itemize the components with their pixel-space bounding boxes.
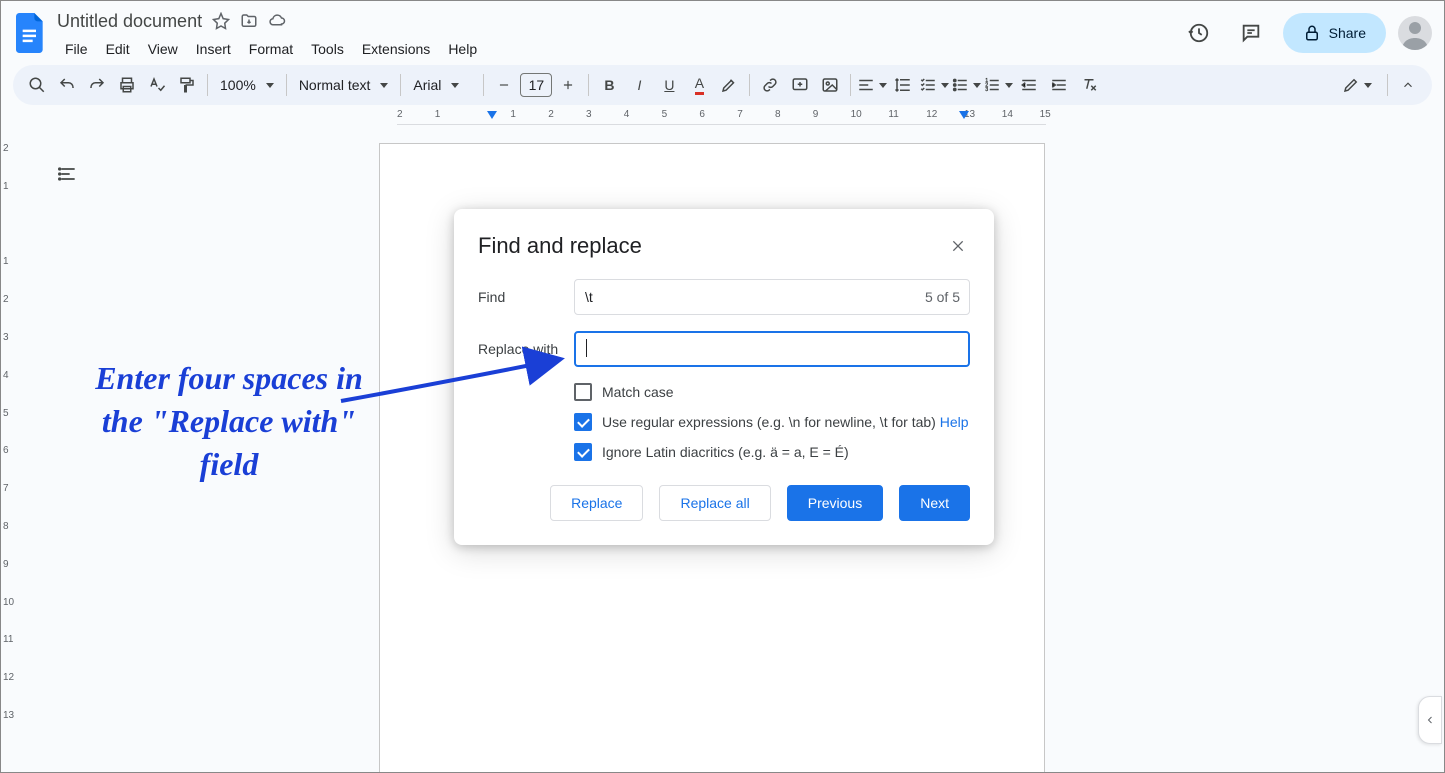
user-avatar[interactable] xyxy=(1398,16,1432,50)
align-icon[interactable] xyxy=(857,71,887,99)
chevron-down-icon xyxy=(451,83,459,88)
increase-font-icon[interactable] xyxy=(554,71,582,99)
cloud-status-icon[interactable] xyxy=(268,12,286,30)
share-label: Share xyxy=(1329,25,1366,41)
next-button[interactable]: Next xyxy=(899,485,970,521)
chevron-down-icon xyxy=(1364,83,1372,88)
insert-image-icon[interactable] xyxy=(816,71,844,99)
replace-button[interactable]: Replace xyxy=(550,485,643,521)
svg-text:3: 3 xyxy=(986,87,989,93)
toolbar: 100% Normal text Arial 17 B I U A 123 xyxy=(13,65,1432,105)
menu-help[interactable]: Help xyxy=(440,37,485,61)
find-count: 5 of 5 xyxy=(925,289,960,305)
match-case-label: Match case xyxy=(602,384,674,400)
show-side-panel-icon[interactable] xyxy=(1418,696,1442,744)
font-combo[interactable]: Arial xyxy=(407,77,477,93)
menu-insert[interactable]: Insert xyxy=(188,37,239,61)
zoom-combo[interactable]: 100% xyxy=(214,77,280,93)
menu-tools[interactable]: Tools xyxy=(303,37,352,61)
document-title[interactable]: Untitled document xyxy=(57,11,202,32)
clear-formatting-icon[interactable] xyxy=(1075,71,1103,99)
replace-all-button[interactable]: Replace all xyxy=(659,485,770,521)
dialog-title: Find and replace xyxy=(478,233,642,259)
move-folder-icon[interactable] xyxy=(240,12,258,30)
menu-bar: File Edit View Insert Format Tools Exten… xyxy=(57,37,1179,61)
bullet-list-icon[interactable] xyxy=(951,71,981,99)
lock-icon xyxy=(1303,24,1321,42)
numbered-list-icon[interactable]: 123 xyxy=(983,71,1013,99)
chevron-down-icon xyxy=(941,83,949,88)
toolbar-container: 100% Normal text Arial 17 B I U A 123 xyxy=(1,65,1444,105)
menu-file[interactable]: File xyxy=(57,37,96,61)
text-color-icon[interactable]: A xyxy=(685,71,713,99)
history-icon[interactable] xyxy=(1179,13,1219,53)
decrease-indent-icon[interactable] xyxy=(1015,71,1043,99)
italic-icon[interactable]: I xyxy=(625,71,653,99)
docs-logo-icon[interactable] xyxy=(13,9,49,57)
add-comment-icon[interactable] xyxy=(786,71,814,99)
app-header: Untitled document File Edit View Insert … xyxy=(1,1,1444,65)
regex-help-link[interactable]: Help xyxy=(940,414,969,430)
editing-mode-combo[interactable] xyxy=(1333,71,1381,99)
regex-checkbox[interactable] xyxy=(574,413,592,431)
print-icon[interactable] xyxy=(113,71,141,99)
share-button[interactable]: Share xyxy=(1283,13,1386,53)
diacritics-checkbox[interactable] xyxy=(574,443,592,461)
redo-icon[interactable] xyxy=(83,71,111,99)
menu-format[interactable]: Format xyxy=(241,37,301,61)
find-replace-dialog: Find and replace Find 5 of 5 Replace wit… xyxy=(454,209,994,545)
close-icon[interactable] xyxy=(946,234,970,258)
horizontal-ruler[interactable]: 21123456789101112131415 xyxy=(21,109,1444,125)
highlight-icon[interactable] xyxy=(715,71,743,99)
bold-icon[interactable]: B xyxy=(595,71,623,99)
match-case-checkbox[interactable] xyxy=(574,383,592,401)
menu-extensions[interactable]: Extensions xyxy=(354,37,438,61)
title-area: Untitled document File Edit View Insert … xyxy=(57,9,1179,61)
paint-format-icon[interactable] xyxy=(173,71,201,99)
vertical-ruler[interactable]: 2112345678910111213 xyxy=(1,129,21,772)
annotation-text: Enter four spaces in the "Replace with" … xyxy=(89,357,369,487)
previous-button[interactable]: Previous xyxy=(787,485,883,521)
outline-toggle-icon[interactable] xyxy=(53,159,83,189)
paragraph-style-combo[interactable]: Normal text xyxy=(293,77,395,93)
star-icon[interactable] xyxy=(212,12,230,30)
spellcheck-icon[interactable] xyxy=(143,71,171,99)
chevron-down-icon xyxy=(973,83,981,88)
regex-label: Use regular expressions (e.g. \n for new… xyxy=(602,414,969,430)
diacritics-label: Ignore Latin diacritics (e.g. ä = a, E =… xyxy=(602,444,849,460)
menu-edit[interactable]: Edit xyxy=(98,37,138,61)
underline-icon[interactable]: U xyxy=(655,71,683,99)
collapse-toolbar-icon[interactable] xyxy=(1394,71,1422,99)
chevron-down-icon xyxy=(380,83,388,88)
decrease-font-icon[interactable] xyxy=(490,71,518,99)
find-label: Find xyxy=(478,289,574,305)
replace-input[interactable] xyxy=(574,331,970,367)
menu-view[interactable]: View xyxy=(140,37,186,61)
increase-indent-icon[interactable] xyxy=(1045,71,1073,99)
replace-label: Replace with xyxy=(478,341,574,357)
chevron-down-icon xyxy=(879,83,887,88)
line-spacing-icon[interactable] xyxy=(889,71,917,99)
chevron-down-icon xyxy=(1005,83,1013,88)
font-size-input[interactable]: 17 xyxy=(520,73,552,97)
text-cursor xyxy=(586,339,587,357)
search-icon[interactable] xyxy=(23,71,51,99)
find-input[interactable] xyxy=(574,279,970,315)
comments-icon[interactable] xyxy=(1231,13,1271,53)
header-right: Share xyxy=(1179,9,1432,53)
insert-link-icon[interactable] xyxy=(756,71,784,99)
checklist-icon[interactable] xyxy=(919,71,949,99)
undo-icon[interactable] xyxy=(53,71,81,99)
chevron-down-icon xyxy=(266,83,274,88)
